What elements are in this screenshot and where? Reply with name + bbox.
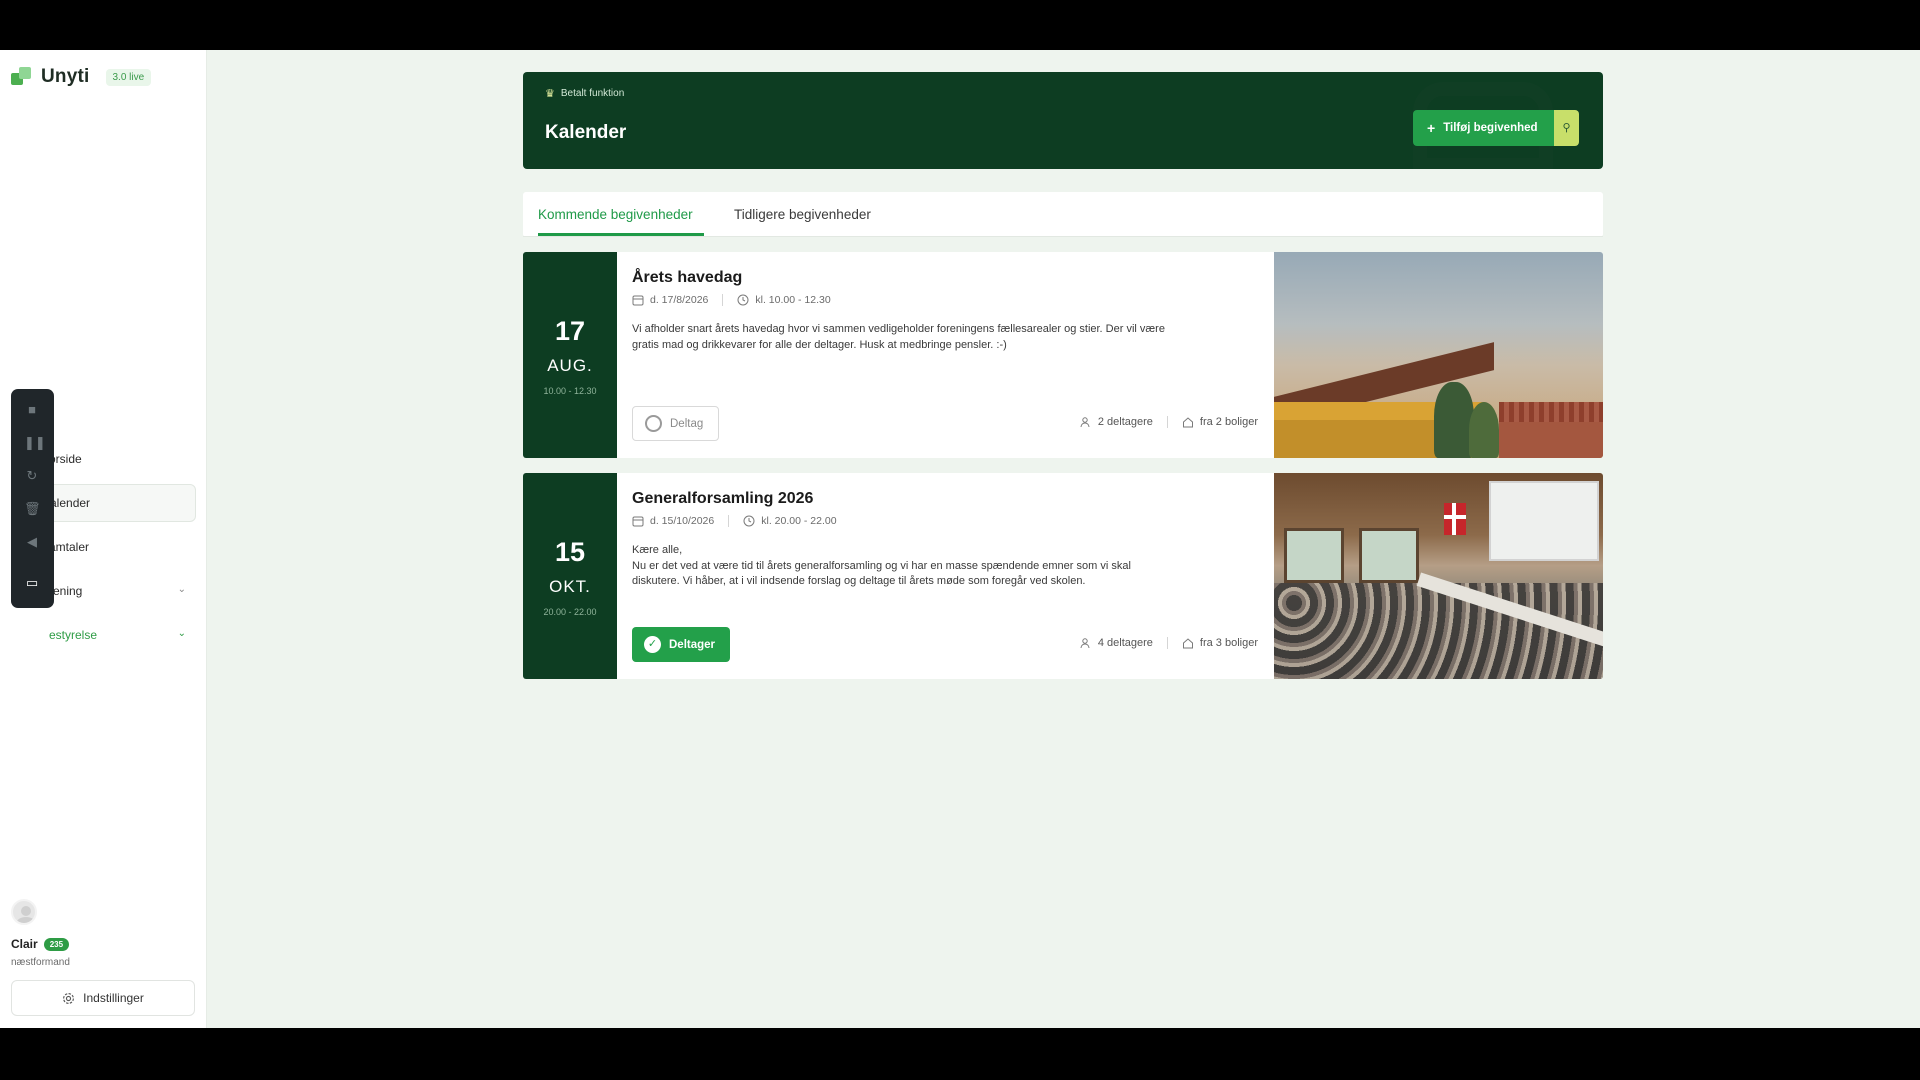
event-households: fra 2 boliger bbox=[1199, 416, 1258, 428]
clock-icon bbox=[737, 294, 749, 306]
calendar-icon bbox=[632, 295, 644, 306]
house-icon bbox=[1182, 417, 1193, 428]
restart-icon[interactable]: ↻ bbox=[24, 468, 40, 484]
tab-past[interactable]: Tidligere begivenheder bbox=[734, 207, 871, 222]
user-badge: 235 bbox=[43, 937, 70, 951]
event-title[interactable]: Generalforsamling 2026 bbox=[632, 490, 813, 508]
settings-button[interactable]: Indstillinger bbox=[11, 980, 195, 1016]
event-month: AUG. bbox=[547, 356, 593, 375]
house-icon bbox=[1182, 638, 1193, 649]
event-meta: d. 15/10/2026 kl. 20.00 - 22.00 bbox=[632, 515, 837, 527]
brand-name: Unyti bbox=[41, 66, 90, 87]
event-card[interactable]: 15 OKT. 20.00 - 22.00 Generalforsamling … bbox=[523, 473, 1603, 679]
sidebar-item-label: amtaler bbox=[49, 540, 90, 554]
page-title: Kalender bbox=[545, 122, 627, 143]
sidebar-item-label: rening bbox=[49, 584, 83, 598]
event-participants: 4 deltagere bbox=[1097, 637, 1153, 649]
event-card[interactable]: 17 AUG. 10.00 - 12.30 Årets havedag d. 1… bbox=[523, 252, 1603, 458]
event-description: Kære alle, Nu er det ved at være tid til… bbox=[632, 544, 1131, 587]
gear-icon bbox=[63, 992, 75, 1004]
circle-icon bbox=[645, 415, 662, 432]
event-households: fra 3 boliger bbox=[1199, 637, 1258, 649]
clock-icon bbox=[743, 515, 755, 527]
tab-active-indicator bbox=[538, 233, 704, 236]
pause-icon[interactable]: ❚❚ bbox=[24, 435, 46, 451]
calendar-icon bbox=[632, 516, 644, 527]
avatar[interactable] bbox=[11, 899, 37, 925]
event-date: d. 17/8/2026 bbox=[650, 294, 709, 306]
people-icon bbox=[1080, 417, 1090, 428]
paid-feature-label: ♛ Betalt funktion bbox=[545, 88, 625, 100]
add-event-button[interactable]: + Tilføj begivenhed bbox=[1413, 110, 1554, 146]
chevron-down-icon: ⌄ bbox=[177, 584, 186, 595]
plus-icon: + bbox=[1427, 120, 1436, 136]
event-time-range: 10.00 - 12.30 bbox=[543, 386, 597, 396]
crown-icon: ♛ bbox=[545, 88, 555, 100]
joined-button[interactable]: ✓ Deltager bbox=[632, 627, 730, 662]
event-stats: 2 deltagere fra 2 boliger bbox=[1080, 416, 1258, 428]
event-date: d. 15/10/2026 bbox=[650, 515, 715, 527]
camera-icon[interactable]: ▭ bbox=[24, 575, 40, 591]
event-stats: 4 deltagere fra 3 boliger bbox=[1080, 637, 1258, 649]
event-image-assembly bbox=[1274, 473, 1603, 679]
trash-icon[interactable]: 🗑 bbox=[24, 501, 41, 517]
sidebar-item-label: estyrelse bbox=[49, 628, 98, 642]
user-role: næstformand bbox=[11, 957, 70, 968]
letterbox-bottom bbox=[0, 1028, 1920, 1080]
tab-upcoming[interactable]: Kommende begivenheder bbox=[538, 207, 693, 222]
event-title[interactable]: Årets havedag bbox=[632, 269, 742, 287]
event-time: kl. 20.00 - 22.00 bbox=[761, 515, 837, 527]
letterbox-top bbox=[0, 0, 1920, 50]
app-window: Unyti 3.0 live orside alender amtaler re… bbox=[0, 50, 1920, 1028]
people-icon bbox=[1080, 638, 1090, 649]
event-date-block: 17 AUG. 10.00 - 12.30 bbox=[523, 252, 617, 458]
user-name: Clair bbox=[11, 937, 38, 951]
version-badge: 3.0 live bbox=[105, 68, 152, 86]
user-block: Clair 235 næstformand Indstillinger bbox=[11, 899, 195, 1016]
event-day: 17 bbox=[554, 316, 586, 346]
recorder-toolbar: ■ ❚❚ ↻ 🗑 ◀ ▭ bbox=[11, 389, 54, 608]
user-add-icon[interactable]: ⚲ bbox=[1554, 110, 1579, 146]
join-button[interactable]: Deltag bbox=[632, 406, 719, 441]
event-meta: d. 17/8/2026 kl. 10.00 - 12.30 bbox=[632, 294, 831, 306]
chevron-down-icon: ⌄ bbox=[177, 628, 186, 639]
page-header: ♛ Betalt funktion Kalender + Tilføj begi… bbox=[523, 72, 1603, 169]
event-participants: 2 deltagere bbox=[1097, 416, 1153, 428]
sidebar-item-bestyrelse[interactable]: estyrelse ⌄ bbox=[11, 616, 196, 654]
event-image-garden bbox=[1274, 252, 1603, 458]
event-month: OKT. bbox=[549, 577, 591, 596]
event-day: 15 bbox=[554, 537, 586, 567]
event-time-range: 20.00 - 22.00 bbox=[543, 607, 597, 617]
tabs: Kommende begivenheder Tidligere begivenh… bbox=[523, 192, 1603, 237]
logo-icon bbox=[11, 67, 33, 87]
check-icon: ✓ bbox=[644, 636, 661, 653]
event-time: kl. 10.00 - 12.30 bbox=[755, 294, 831, 306]
sidebar-item-label: alender bbox=[50, 496, 91, 510]
mute-icon[interactable]: ◀ bbox=[24, 534, 40, 550]
event-date-block: 15 OKT. 20.00 - 22.00 bbox=[523, 473, 617, 679]
event-description: Vi afholder snart årets havedag hvor vi … bbox=[632, 323, 1165, 351]
settings-label: Indstillinger bbox=[83, 991, 144, 1005]
tab-border bbox=[523, 236, 1603, 237]
brand[interactable]: Unyti 3.0 live bbox=[11, 66, 152, 88]
stop-icon[interactable]: ■ bbox=[24, 402, 40, 418]
